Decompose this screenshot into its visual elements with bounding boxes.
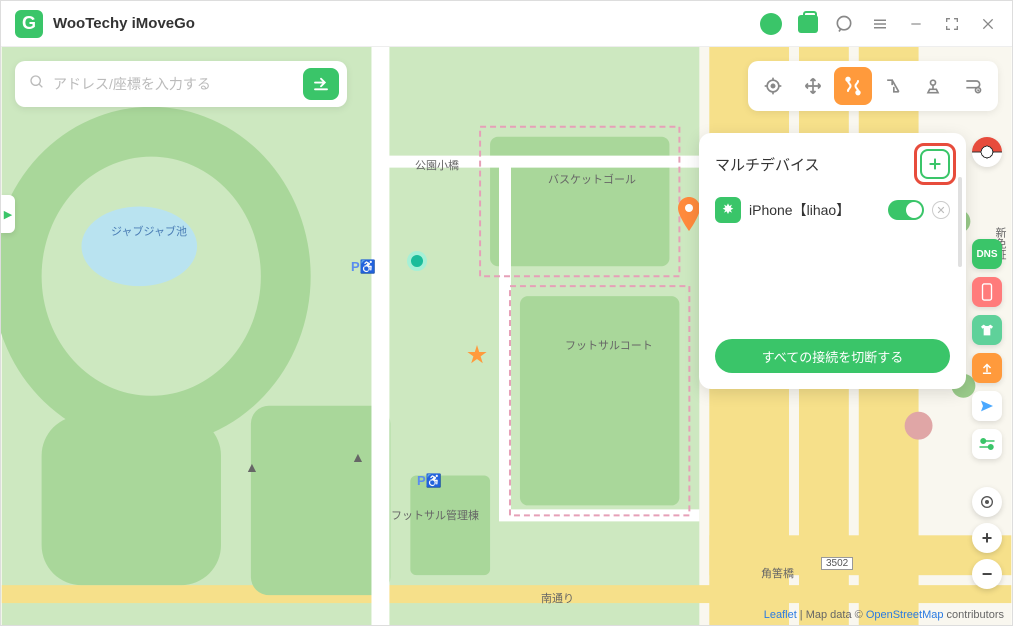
mode-multistop-button[interactable] [874,67,912,105]
app-logo: G [15,10,43,38]
map-attribution: Leaflet | Map data © OpenStreetMap contr… [764,609,1004,621]
mode-joystick-button[interactable] [914,67,952,105]
add-device-button[interactable] [920,149,950,179]
zoom-in-button[interactable]: + [972,523,1002,553]
parking-icon: P♿ [417,473,442,489]
device-toggle[interactable] [888,200,924,220]
device-row: iPhone【lihao】 ✕ [715,193,950,227]
settings-toggle-icon[interactable] [972,429,1002,459]
titlebar: G WooTechy iMoveGo [1,1,1012,47]
osm-link[interactable]: OpenStreetMap [866,609,944,621]
search-input[interactable] [53,76,295,92]
pokeball-icon[interactable] [972,137,1002,167]
app-title: WooTechy iMoveGo [53,15,195,32]
leaflet-link[interactable]: Leaflet [764,609,797,621]
send-icon[interactable] [972,391,1002,421]
mode-toolbar [748,61,998,111]
search-icon [29,74,45,95]
phone-tool-icon[interactable] [972,277,1002,307]
mode-locate-button[interactable] [754,67,792,105]
mode-move-button[interactable] [794,67,832,105]
device-panel: マルチデバイス iPhone【lihao】 ✕ すべての接続を切断する [699,133,966,389]
close-icon[interactable] [978,14,998,34]
expand-sidebar-tab[interactable]: ▶ [1,195,15,233]
road-number-badge: 3502 [821,557,853,570]
search-go-button[interactable] [303,68,339,100]
minimize-icon[interactable] [906,14,926,34]
side-dock: DNS [972,137,1002,459]
location-pin-icon[interactable] [677,197,701,231]
dns-button[interactable]: DNS [972,239,1002,269]
disconnect-all-button[interactable]: すべての接続を切断する [715,339,950,373]
recenter-button[interactable] [972,487,1002,517]
chat-icon[interactable] [834,14,854,34]
account-avatar-icon[interactable] [760,13,782,35]
zoom-controls: + − [972,487,1002,589]
device-remove-button[interactable]: ✕ [932,201,950,219]
zoom-out-button[interactable]: − [972,559,1002,589]
toolbox-icon[interactable] [798,15,818,33]
mode-route-button[interactable] [834,67,872,105]
device-list-scrollbar[interactable] [958,177,962,267]
menu-icon[interactable] [870,14,890,34]
device-name-label: iPhone【lihao】 [749,200,880,220]
device-type-icon [715,197,741,223]
shirt-icon[interactable] [972,315,1002,345]
main-area: ジャブジャブ池 公園小橋 バスケットゴール フットサルコート フットサル管理棟 … [1,47,1012,625]
search-bar [15,61,347,107]
device-panel-title: マルチデバイス [715,154,820,175]
mode-history-button[interactable] [954,67,992,105]
upload-icon[interactable] [972,353,1002,383]
parking-icon: P♿ [351,259,376,275]
maximize-icon[interactable] [942,14,962,34]
current-location-dot-icon[interactable] [407,251,427,271]
